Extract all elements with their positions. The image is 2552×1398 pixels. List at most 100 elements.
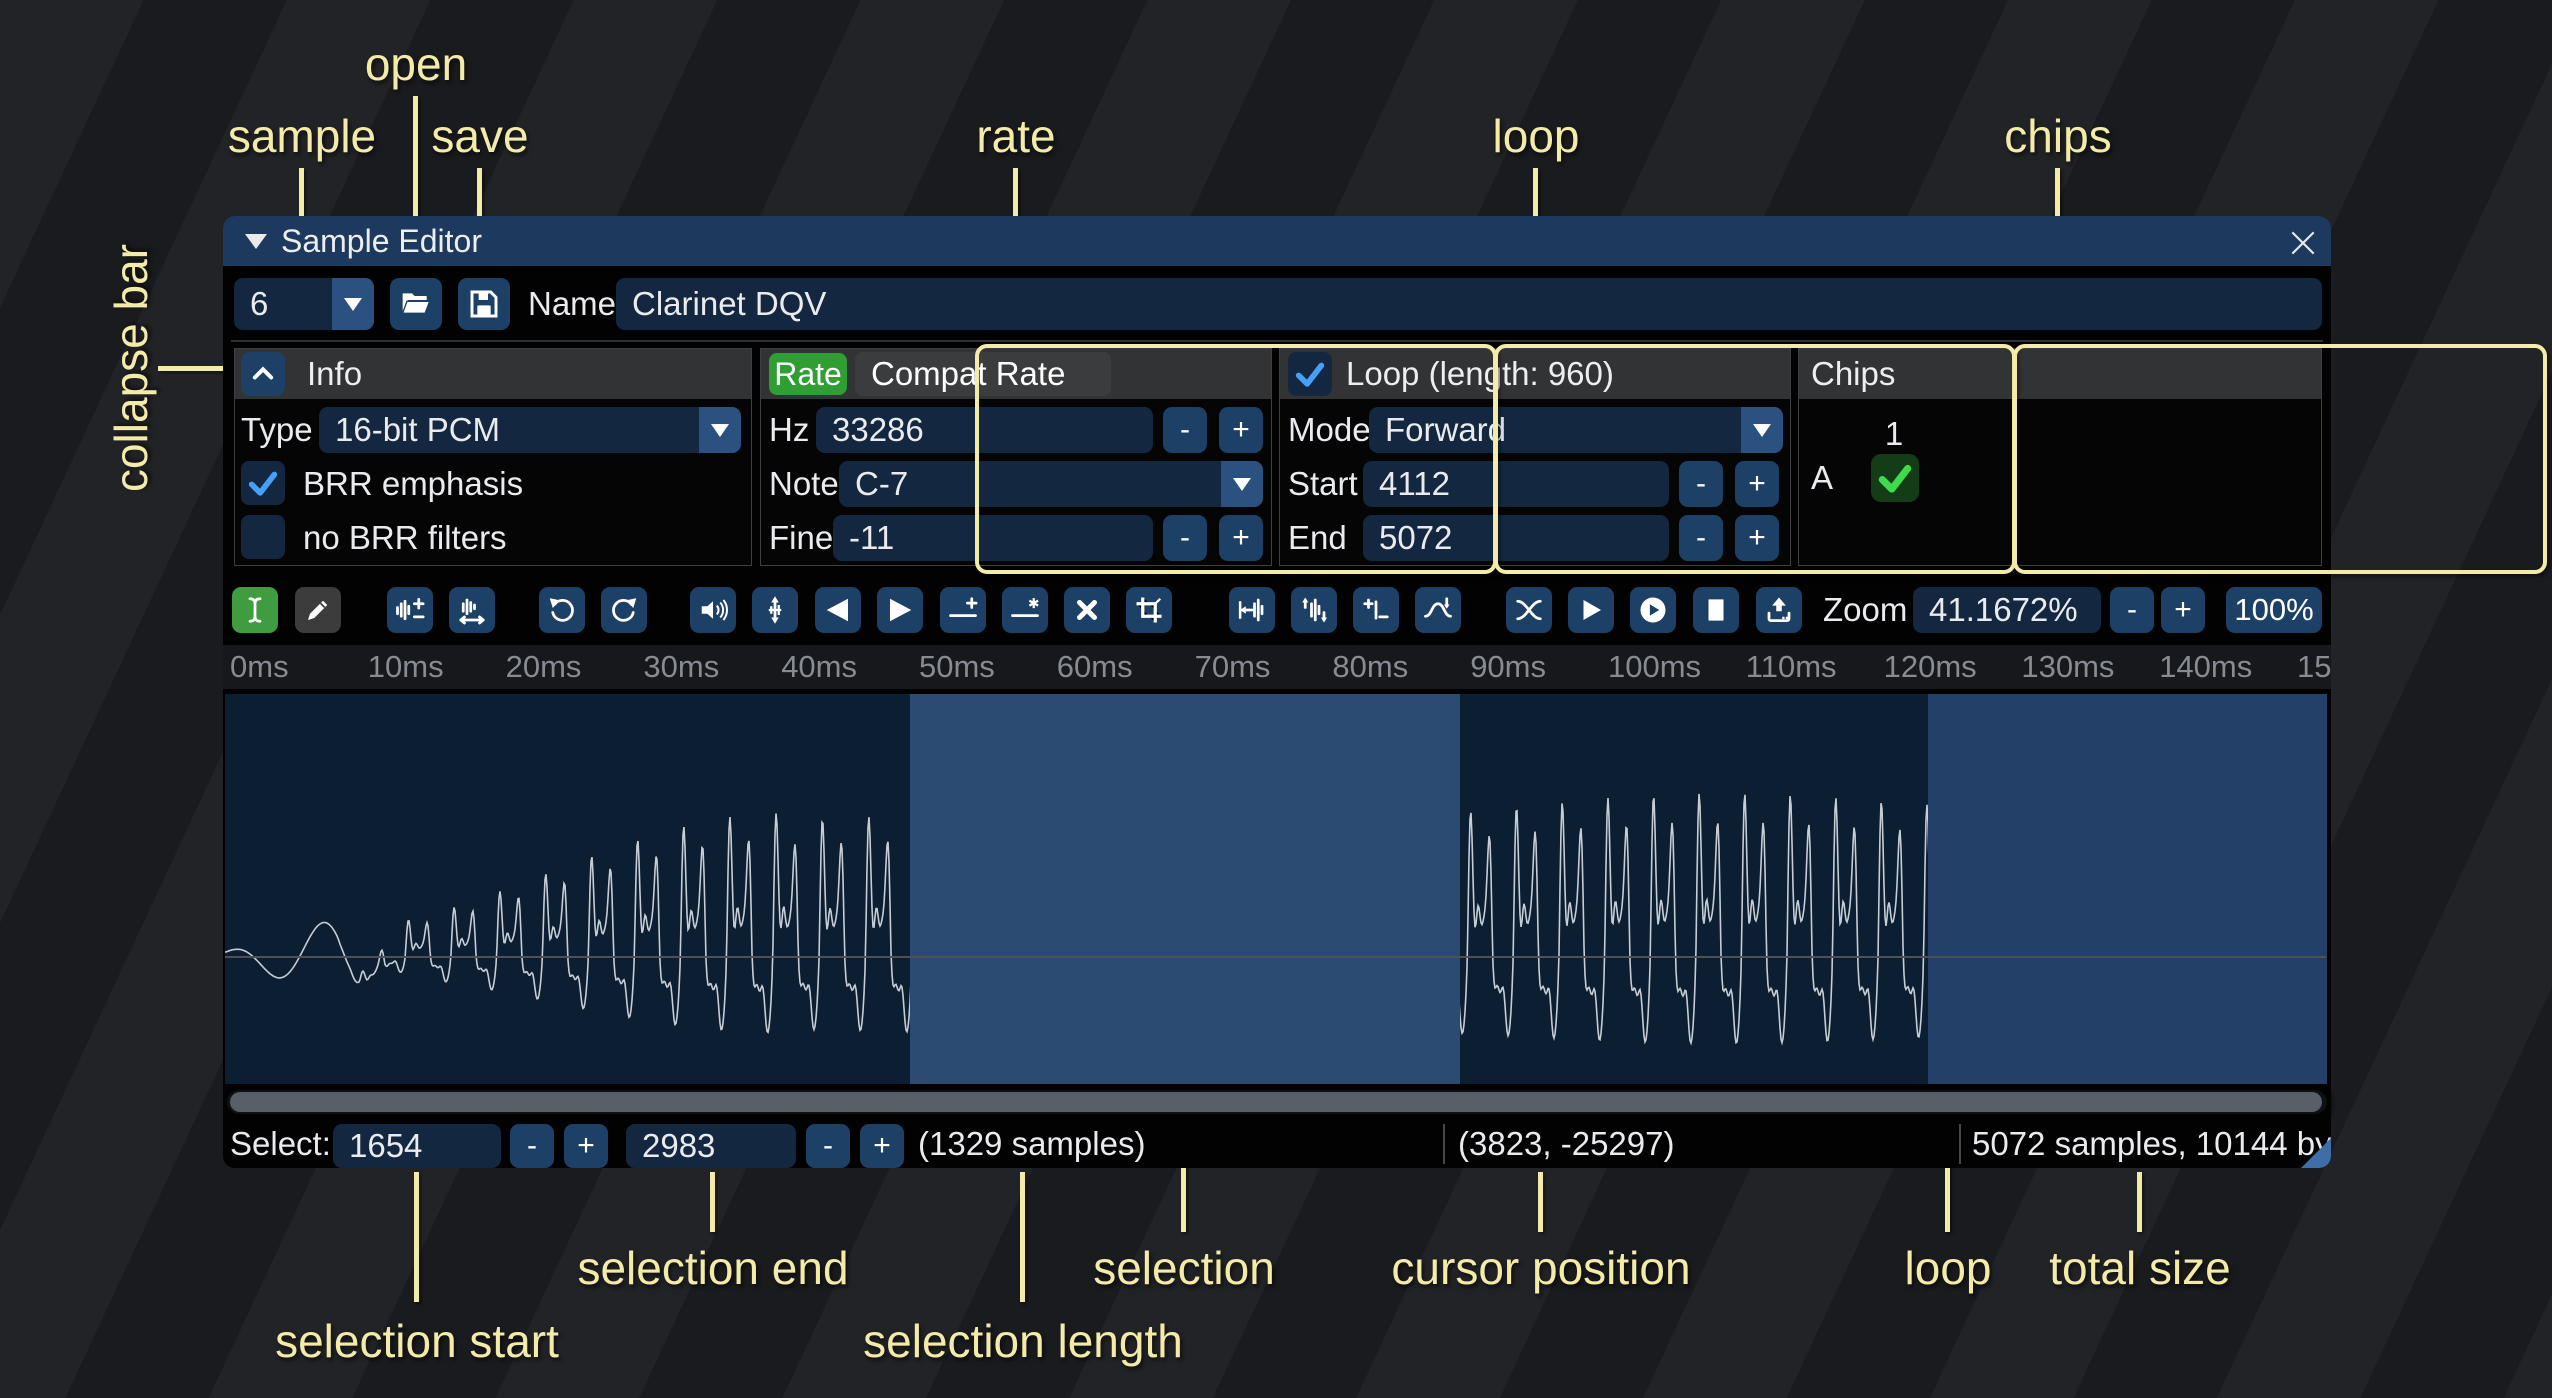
edit-mode-select-button[interactable] xyxy=(232,587,278,633)
loop-mode-dropdown-arrow[interactable] xyxy=(1741,407,1783,453)
sample-number-dropdown-arrow[interactable] xyxy=(332,278,374,330)
upload-icon xyxy=(1764,595,1794,625)
fade-in-button[interactable] xyxy=(815,587,861,633)
selection-start-value: 1654 xyxy=(349,1124,422,1168)
waveform-scrollbar[interactable] xyxy=(227,1090,2327,1114)
timeline-ruler[interactable]: 0ms10ms20ms30ms40ms50ms60ms70ms80ms90ms1… xyxy=(223,645,2331,689)
brr-emphasis-label: BRR emphasis xyxy=(303,461,523,507)
amplify-button[interactable] xyxy=(690,587,736,633)
zoom-input[interactable]: 41.1672% xyxy=(1913,587,2101,633)
loop-start-value: 4112 xyxy=(1379,461,1450,507)
fade-out-button[interactable] xyxy=(877,587,923,633)
ruler-tick-label: 70ms xyxy=(1195,645,1271,689)
selection-end-input[interactable]: 2983 xyxy=(626,1124,796,1168)
chevron-down-icon xyxy=(711,424,729,437)
apply-filter-button[interactable] xyxy=(1415,587,1461,633)
preview-button[interactable] xyxy=(1568,587,1614,633)
insert-silence-button[interactable] xyxy=(940,587,986,633)
open-sample-button[interactable] xyxy=(390,278,442,330)
fine-value: -11 xyxy=(849,515,894,561)
hz-plus-button[interactable]: + xyxy=(1219,407,1263,453)
annotation-loop-top: loop xyxy=(1493,109,1580,163)
type-dropdown-arrow[interactable] xyxy=(699,407,741,453)
loop-end-plus-button[interactable]: + xyxy=(1735,515,1779,561)
info-panel-header: Info xyxy=(235,349,751,399)
type-select[interactable]: 16-bit PCM xyxy=(319,407,741,453)
normalize-button[interactable] xyxy=(752,587,798,633)
sample-name-input[interactable]: Clarinet DQV xyxy=(616,278,2322,330)
selection-end-minus-button[interactable]: - xyxy=(806,1124,850,1168)
selection-start-input[interactable]: 1654 xyxy=(333,1124,501,1168)
import-button[interactable] xyxy=(1756,587,1802,633)
ruler-tick-label: 140ms xyxy=(2159,645,2252,689)
apply-silence-button[interactable] xyxy=(1002,587,1048,633)
note-dropdown-arrow[interactable] xyxy=(1221,461,1263,507)
waveform-center-line xyxy=(225,956,2327,958)
annotation-save: save xyxy=(431,109,528,163)
undo-button[interactable] xyxy=(539,587,585,633)
scrollbar-thumb[interactable] xyxy=(230,1092,2322,1112)
waveform-view[interactable] xyxy=(225,694,2327,1084)
fine-input[interactable]: -11 xyxy=(833,515,1153,561)
loop-end-input[interactable]: 5072 xyxy=(1363,515,1669,561)
hz-minus-button[interactable]: - xyxy=(1163,407,1207,453)
window-collapse-icon[interactable] xyxy=(245,234,267,249)
loop-end-label: End xyxy=(1288,515,1347,561)
loop-mode-value: Forward xyxy=(1385,407,1506,453)
edit-mode-draw-button[interactable] xyxy=(295,587,341,633)
annotation-line-selection-start xyxy=(414,1172,419,1302)
resample-button[interactable] xyxy=(449,587,495,633)
stop-preview-button[interactable] xyxy=(1693,587,1739,633)
hz-input[interactable]: 33286 xyxy=(816,407,1153,453)
loop-enabled-checkbox[interactable] xyxy=(1288,352,1332,396)
selection-start-minus-button[interactable]: - xyxy=(510,1124,554,1168)
delete-button[interactable] xyxy=(1064,587,1110,633)
loop-mode-select[interactable]: Forward xyxy=(1369,407,1783,453)
ruler-tick-label: 110ms xyxy=(1746,645,1837,689)
collapse-bar-button[interactable] xyxy=(241,352,285,396)
selection-end-plus-button[interactable]: + xyxy=(860,1124,904,1168)
zoom-out-button[interactable]: - xyxy=(2110,587,2154,633)
selection-length-text: (1329 samples) xyxy=(918,1122,1145,1166)
type-value: 16-bit PCM xyxy=(335,407,500,453)
play-icon xyxy=(1576,595,1606,625)
silence-plus-icon xyxy=(948,595,978,625)
fine-plus-button[interactable]: + xyxy=(1219,515,1263,561)
trim-button[interactable] xyxy=(1126,587,1172,633)
annotation-line-selection-length xyxy=(1020,1172,1025,1302)
invert-button[interactable] xyxy=(1291,587,1337,633)
cursor-position-text: (3823, -25297) xyxy=(1458,1122,1674,1166)
selection-start-plus-button[interactable]: + xyxy=(564,1124,608,1168)
no-brr-filters-checkbox[interactable] xyxy=(241,515,285,559)
note-select[interactable]: C-7 xyxy=(839,461,1263,507)
ruler-tick-label: 100ms xyxy=(1608,645,1701,689)
loop-start-input[interactable]: 4112 xyxy=(1363,461,1669,507)
preview-selection-button[interactable] xyxy=(1630,587,1676,633)
loop-end-minus-button[interactable]: - xyxy=(1679,515,1723,561)
crossfade-loop-button[interactable] xyxy=(1506,587,1552,633)
zoom-in-button[interactable]: + xyxy=(2161,587,2205,633)
loop-start-minus-button[interactable]: - xyxy=(1679,461,1723,507)
rate-panel: Rate Compat Rate Hz 33286 - + Note C-7 F… xyxy=(760,348,1272,566)
fine-minus-button[interactable]: - xyxy=(1163,515,1207,561)
loop-start-plus-button[interactable]: + xyxy=(1735,461,1779,507)
zoom-reset-button[interactable]: 100% xyxy=(2226,587,2322,633)
sample-editor-window: Sample Editor 6 Name Clarinet DQV xyxy=(223,216,2331,1168)
window-resize-grip[interactable] xyxy=(2301,1138,2331,1168)
close-button[interactable] xyxy=(2287,227,2319,259)
chip-a1-toggle[interactable] xyxy=(1871,454,1919,502)
sample-number-select[interactable]: 6 xyxy=(234,278,374,330)
annotation-selection-end: selection end xyxy=(577,1241,848,1295)
window-titlebar[interactable]: Sample Editor xyxy=(223,216,2331,266)
select-label: Select: xyxy=(230,1122,331,1166)
rate-badge: Rate xyxy=(769,353,847,395)
annotation-loop-bottom: loop xyxy=(1905,1241,1992,1295)
resize-button[interactable] xyxy=(387,587,433,633)
ruler-tick-label: 30ms xyxy=(643,645,719,689)
redo-button[interactable] xyxy=(601,587,647,633)
reverse-button[interactable] xyxy=(1229,587,1275,633)
rate-panel-title[interactable]: Compat Rate xyxy=(855,352,1111,396)
save-sample-button[interactable] xyxy=(458,278,510,330)
sign-exchange-button[interactable] xyxy=(1353,587,1399,633)
brr-emphasis-checkbox[interactable] xyxy=(241,461,285,505)
